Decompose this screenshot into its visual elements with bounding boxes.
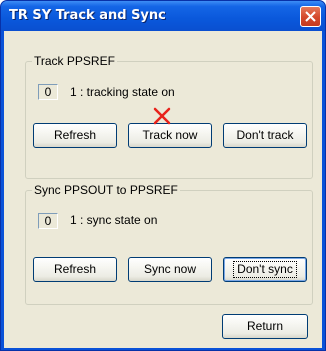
track-group: Track PPSREF 0 1 : tracking state on Ref… [25, 54, 313, 179]
close-icon [305, 11, 316, 22]
track-now-button[interactable]: Track now [128, 123, 212, 148]
dont-track-button[interactable]: Don't track [223, 123, 307, 148]
title-bar[interactable]: TR SY Track and Sync [1, 1, 325, 31]
red-x-marker-icon [153, 107, 171, 125]
tracking-state-text: 1 : tracking state on [70, 85, 175, 99]
sync-state-value: 0 [38, 213, 58, 229]
dialog-body: Track PPSREF 0 1 : tracking state on Ref… [4, 31, 322, 348]
window-title: TR SY Track and Sync [9, 8, 166, 23]
sync-group-label: Sync PPSOUT to PPSREF [32, 183, 180, 197]
close-button[interactable] [300, 6, 321, 27]
dont-sync-label: Don't sync [233, 261, 297, 278]
sync-group: Sync PPSOUT to PPSREF 0 1 : sync state o… [25, 183, 313, 305]
sync-refresh-button[interactable]: Refresh [33, 257, 117, 282]
dialog-window: TR SY Track and Sync Track PPSREF 0 1 : … [0, 0, 326, 351]
tracking-state-value: 0 [38, 84, 58, 100]
track-refresh-button[interactable]: Refresh [33, 123, 117, 148]
sync-state-text: 1 : sync state on [70, 213, 158, 227]
dont-sync-button[interactable]: Don't sync [223, 257, 307, 282]
sync-now-button[interactable]: Sync now [128, 257, 212, 282]
return-button[interactable]: Return [222, 314, 308, 339]
track-group-label: Track PPSREF [32, 54, 117, 68]
